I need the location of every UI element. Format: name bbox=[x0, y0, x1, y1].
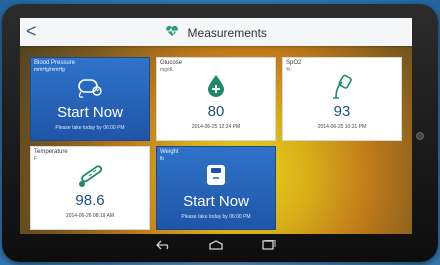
timestamp: 2014-06-25 12:24 PM bbox=[191, 124, 241, 130]
reminder-text: Please take today by 06:00 PM bbox=[55, 125, 125, 131]
tile-name: SpO2 bbox=[286, 60, 302, 66]
recent-apps-icon[interactable] bbox=[260, 239, 276, 253]
tile-glucose[interactable]: Glucose mg/dL 80 2014-06-25 12:24 PM bbox=[156, 57, 276, 141]
timestamp: 2014-06-25 10:31 PM bbox=[317, 124, 367, 130]
tile-name: Glucose bbox=[160, 60, 183, 66]
camera-icon bbox=[416, 132, 424, 140]
scale-icon bbox=[157, 163, 275, 192]
pulse-oximeter-icon bbox=[283, 74, 401, 105]
tile-unit: mg/dL bbox=[160, 67, 174, 73]
title-wrap: Measurements bbox=[20, 24, 412, 42]
tile-unit: mmHg/mmHg bbox=[34, 67, 65, 73]
tile-spo2[interactable]: SpO2 % 93 2014-06-25 10:31 PM bbox=[282, 57, 402, 141]
tile-unit: F bbox=[34, 156, 38, 162]
tile-unit: % bbox=[286, 67, 291, 73]
tile-weight[interactable]: Weight lb Start Now Please take today by… bbox=[156, 146, 276, 230]
tile-unit: lb bbox=[160, 156, 164, 162]
glucose-value: 80 bbox=[207, 103, 225, 120]
heart-logo-icon bbox=[165, 24, 179, 42]
spo2-value: 93 bbox=[333, 103, 351, 120]
drop-plus-icon bbox=[157, 74, 275, 103]
tile-temperature[interactable]: Temperature F 98.6 2014-06-26 08:19 AM bbox=[30, 146, 150, 230]
start-now-label: Start Now bbox=[57, 104, 123, 121]
bp-cuff-icon bbox=[31, 74, 149, 105]
navigation-bar bbox=[2, 236, 438, 258]
thermometer-icon bbox=[31, 163, 149, 194]
home-nav-icon[interactable] bbox=[208, 240, 224, 253]
page-title: Measurements bbox=[187, 26, 267, 40]
start-now-label: Start Now bbox=[183, 193, 249, 210]
tile-blood-pressure[interactable]: Blood Pressure mmHg/mmHg Start Now Pleas… bbox=[30, 57, 150, 141]
app-screen: < Measurements Blood Pressure mmHg/mmHg bbox=[20, 18, 412, 234]
top-bar: < Measurements bbox=[20, 18, 412, 46]
back-nav-icon[interactable] bbox=[156, 240, 172, 253]
reminder-text: Please take today by 06:00 PM bbox=[181, 214, 251, 220]
timestamp: 2014-06-26 08:19 AM bbox=[65, 213, 115, 219]
temperature-value: 98.6 bbox=[75, 192, 105, 209]
tile-name: Blood Pressure bbox=[34, 60, 76, 66]
tile-name: Temperature bbox=[34, 149, 68, 155]
tile-name: Weight bbox=[160, 149, 179, 155]
tablet-frame: < Measurements Blood Pressure mmHg/mmHg bbox=[2, 4, 438, 262]
